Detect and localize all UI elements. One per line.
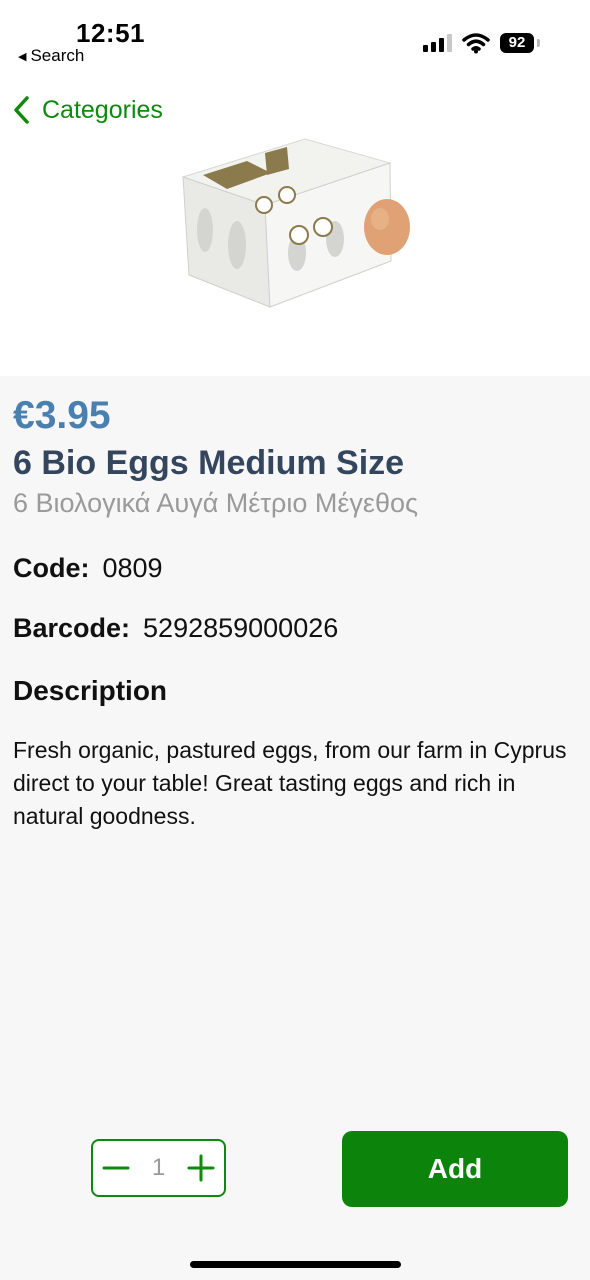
code-label: Code: [13, 553, 90, 583]
product-price: €3.95 [13, 394, 111, 437]
description-text: Fresh organic, pastured eggs, from our f… [13, 737, 567, 829]
barcode-label: Barcode: [13, 613, 131, 643]
chevron-left-icon [14, 96, 29, 124]
back-triangle-icon: ◀ [18, 50, 27, 63]
home-indicator[interactable] [190, 1261, 401, 1268]
status-time: 12:51 [76, 18, 145, 48]
battery-icon: 92 [500, 33, 542, 53]
description-heading: Description [13, 675, 168, 706]
battery-cap [537, 39, 540, 47]
decrease-quantity-button[interactable] [93, 1141, 139, 1195]
minus-icon [102, 1166, 130, 1170]
wifi-icon [462, 33, 490, 54]
product-code-row: Code: 0809 [13, 553, 163, 584]
product-barcode-row: Barcode: 5292859000026 [13, 613, 338, 644]
back-to-categories-button[interactable]: Categories [10, 94, 163, 126]
product-title-greek: 6 Βιολογικά Αυγά Μέτριο Μέγεθος [13, 488, 418, 518]
status-back-label: Search [30, 46, 85, 65]
add-to-cart-button[interactable]: Add [342, 1131, 568, 1207]
cellular-signal-icon [423, 34, 452, 52]
battery-level: 92 [500, 33, 534, 53]
quantity-value[interactable]: 1 [152, 1154, 165, 1182]
status-back-to-app[interactable]: ◀ Search [18, 46, 84, 66]
plus-icon [187, 1154, 215, 1182]
product-title: 6 Bio Eggs Medium Size [13, 444, 405, 482]
barcode-value: 5292859000026 [143, 613, 339, 643]
quantity-stepper: 1 [91, 1139, 226, 1197]
code-value: 0809 [102, 553, 163, 583]
egg-carton-image [181, 138, 410, 308]
back-label: Categories [42, 95, 163, 124]
increase-quantity-button[interactable] [178, 1141, 224, 1195]
